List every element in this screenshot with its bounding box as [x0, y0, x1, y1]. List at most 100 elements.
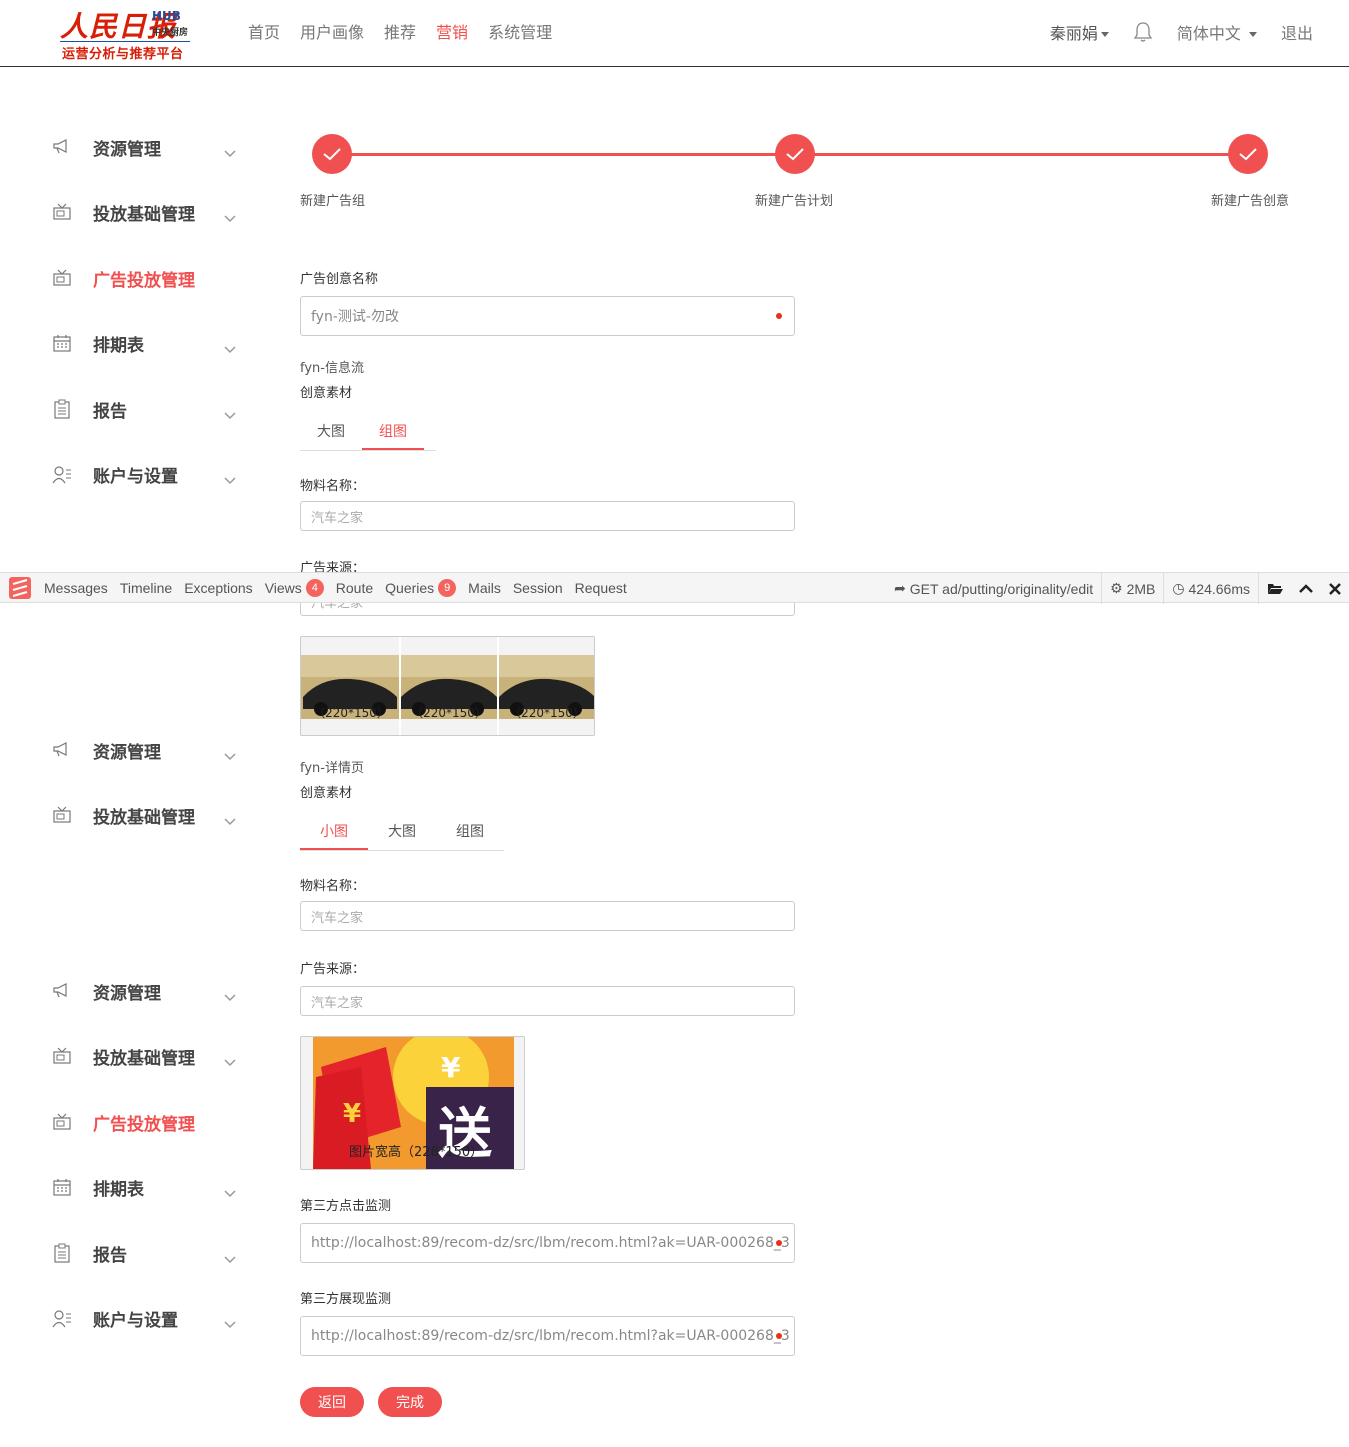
chevron-down-icon: [224, 987, 236, 1002]
clipboard-icon: [52, 399, 72, 419]
user-list-icon: [52, 1308, 72, 1328]
chevron-up-icon[interactable]: [1291, 573, 1321, 604]
sidebar-item-schedule[interactable]: 排期表: [52, 328, 242, 358]
section2-title: fyn-详情页: [300, 761, 364, 776]
section1-material-name-input[interactable]: 汽车之家: [300, 501, 795, 531]
megaphone-icon: [52, 137, 72, 157]
material-name-placeholder: 汽车之家: [311, 910, 364, 926]
logo[interactable]: 人民日报 HUB 中央厨房 运营分析与推荐平台: [60, 5, 195, 63]
group-image-1[interactable]: 图片宽高（220*150）: [301, 637, 399, 735]
sidebar-item-ad-delivery[interactable]: 广告投放管理: [52, 263, 242, 293]
language-select[interactable]: 简体中文: [1177, 20, 1257, 44]
tab-group-image[interactable]: 组图: [362, 415, 424, 450]
creative-name-value: fyn-测试-勿改: [311, 309, 399, 325]
section2-material-name-input[interactable]: 汽车之家: [300, 901, 795, 931]
sidebar-item-label: 资源管理: [93, 742, 161, 763]
sidebar-item-delivery-basics[interactable]: 投放基础管理: [52, 800, 242, 830]
folder-open-icon[interactable]: [1258, 573, 1291, 604]
sidebar-item-account-settings[interactable]: 账户与设置: [52, 459, 242, 489]
tv-icon: [52, 805, 72, 825]
section2-material-label: 创意素材: [300, 786, 353, 801]
impression-monitor-input[interactable]: http://localhost:89/recom-dz/src/lbm/rec…: [300, 1316, 795, 1356]
debugbar-tab-route[interactable]: Route: [336, 580, 373, 596]
impression-monitor-label: 第三方展现监测: [300, 1292, 392, 1307]
top-header: 人民日报 HUB 中央厨房 运营分析与推荐平台 首页 用户画像 推荐 营销 系统…: [0, 0, 1349, 67]
finish-button[interactable]: 完成: [378, 1387, 442, 1417]
chevron-down-icon: [224, 405, 236, 420]
memory-text: 2MB: [1126, 580, 1156, 597]
image-caption: 图片宽高（220*150）: [509, 689, 585, 720]
close-icon[interactable]: [1321, 573, 1349, 604]
group-image-container: 图片宽高（220*150） 图片宽高（220*150） 图片宽高（220*150…: [300, 636, 595, 736]
material-name-placeholder: 汽车之家: [311, 510, 364, 526]
sidebar-item-account-settings[interactable]: 账户与设置: [52, 1303, 242, 1333]
tv-icon: [52, 1046, 72, 1066]
step-2-check-icon: [775, 134, 815, 174]
section2-ad-source-input[interactable]: 汽车之家: [300, 986, 795, 1016]
tab-large-image[interactable]: 大图: [368, 815, 436, 850]
chevron-down-icon: [224, 1249, 236, 1264]
sidebar-item-report[interactable]: 报告: [52, 394, 242, 424]
debugbar-tab-queries[interactable]: Queries 9: [385, 578, 457, 597]
sidebar-item-report[interactable]: 报告: [52, 1238, 242, 1268]
group-image-3[interactable]: 图片宽高（220*150）: [499, 637, 594, 735]
sidebar-item-label: 广告投放管理: [93, 270, 195, 291]
image-caption: 图片宽高（220*150）: [313, 689, 389, 720]
tab-small-image[interactable]: 小图: [300, 815, 368, 850]
chevron-down-icon: [224, 470, 236, 485]
clock-icon: ◷: [1172, 580, 1189, 596]
ad-source-placeholder: 汽车之家: [311, 995, 364, 1011]
sidebar-item-delivery-basics[interactable]: 投放基础管理: [52, 1041, 242, 1071]
calendar-icon: [52, 333, 72, 353]
debugbar-tab-timeline[interactable]: Timeline: [120, 580, 172, 596]
creative-name-input[interactable]: fyn-测试-勿改: [300, 296, 795, 336]
section2-tabs: 小图 大图 组图: [300, 815, 504, 851]
sidebar-item-schedule[interactable]: 排期表: [52, 1172, 242, 1202]
user-list-icon: [52, 464, 72, 484]
user-menu[interactable]: 秦丽娟: [1050, 20, 1109, 44]
debugbar-tab-request[interactable]: Request: [575, 580, 627, 596]
queries-count-badge: 9: [438, 578, 457, 597]
debugbar-tab-messages[interactable]: Messages: [44, 580, 108, 596]
tab-large-image[interactable]: 大图: [300, 415, 362, 450]
debugbar-logo-icon[interactable]: [8, 576, 32, 600]
debugbar-tab-mails[interactable]: Mails: [468, 580, 501, 596]
clipboard-icon: [52, 1243, 72, 1263]
debugbar-tab-views[interactable]: Views 4: [265, 578, 324, 597]
debugbar-tab-session[interactable]: Session: [513, 580, 563, 596]
tv-icon: [52, 268, 72, 288]
tab-group-image[interactable]: 组图: [436, 815, 504, 850]
nav-marketing[interactable]: 营销: [436, 19, 468, 43]
group-image-2[interactable]: 图片宽高（220*150）: [401, 637, 497, 735]
small-image-container[interactable]: 送 ¥ ¥ 图片宽高（228*150）: [300, 1036, 525, 1170]
sidebar-item-resource-management[interactable]: 资源管理: [52, 735, 242, 765]
cogs-icon: ⚙: [1110, 580, 1127, 596]
sidebar-item-resource-management[interactable]: 资源管理: [52, 132, 242, 162]
click-monitor-input[interactable]: http://localhost:89/recom-dz/src/lbm/rec…: [300, 1223, 795, 1263]
step-1-check-icon: [312, 134, 352, 174]
tv-icon: [52, 1112, 72, 1132]
chevron-down-icon: [224, 811, 236, 826]
sidebar-item-delivery-basics[interactable]: 投放基础管理: [52, 197, 242, 227]
sidebar-item-resource-management[interactable]: 资源管理: [52, 976, 242, 1006]
megaphone-icon: [52, 740, 72, 760]
nav-user-profile[interactable]: 用户画像: [300, 19, 364, 43]
nav-recommend[interactable]: 推荐: [384, 19, 416, 43]
route-text: GET ad/putting/originality/edit: [909, 580, 1094, 597]
nav-system-management[interactable]: 系统管理: [488, 19, 552, 43]
sidebar-item-ad-delivery[interactable]: 广告投放管理: [52, 1107, 242, 1137]
section1-material-name-label: 物料名称：: [300, 479, 366, 494]
back-button[interactable]: 返回: [300, 1387, 364, 1417]
sidebar-item-label: 报告: [93, 401, 127, 422]
bell-icon[interactable]: [1133, 21, 1153, 43]
debugbar-route-info[interactable]: ➦ GET ad/putting/originality/edit: [886, 573, 1101, 604]
sidebar-item-label: 账户与设置: [93, 1310, 178, 1331]
logout-link[interactable]: 退出: [1281, 20, 1313, 44]
sidebar-item-label: 账户与设置: [93, 466, 178, 487]
nav-home[interactable]: 首页: [248, 19, 280, 43]
section2-material-name-label: 物料名称：: [300, 879, 366, 894]
section1-material-label: 创意素材: [300, 386, 353, 401]
debugbar-time[interactable]: ◷ 424.66ms: [1163, 573, 1258, 604]
debugbar-tab-exceptions[interactable]: Exceptions: [184, 580, 252, 596]
debugbar-memory[interactable]: ⚙ 2MB: [1101, 573, 1163, 604]
